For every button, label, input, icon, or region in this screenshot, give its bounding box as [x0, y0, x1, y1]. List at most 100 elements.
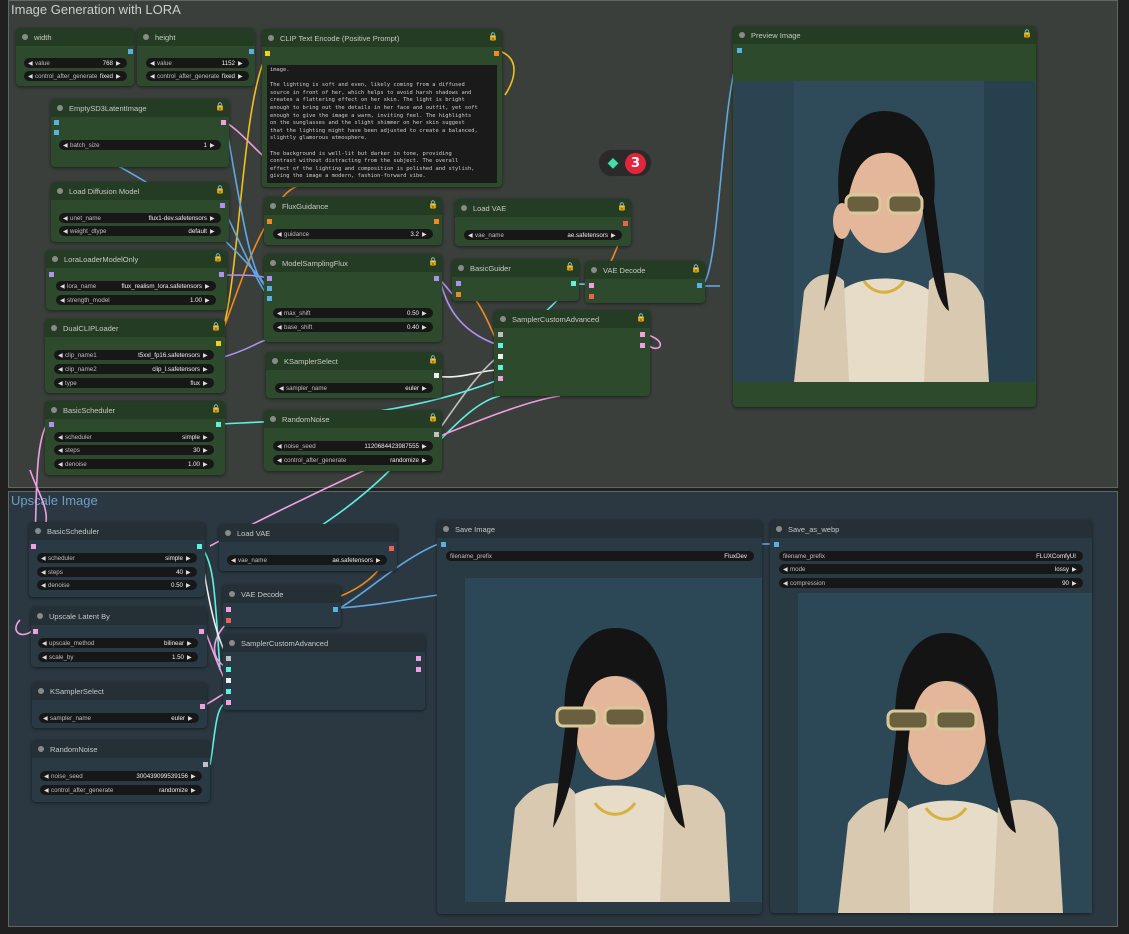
collapse-dot[interactable]	[458, 265, 464, 271]
collapse-dot[interactable]	[143, 34, 149, 40]
input-port[interactable]	[267, 276, 272, 281]
steps-widget[interactable]: ◀ steps 30 ▶	[54, 445, 214, 455]
scale-by-widget[interactable]: ◀ scale_by 1.50 ▶	[38, 652, 198, 662]
lock-icon[interactable]: 🔒	[215, 185, 225, 194]
input-port[interactable]	[226, 656, 231, 661]
lock-icon[interactable]: 🔒	[617, 202, 627, 211]
output-port[interactable]	[199, 629, 204, 634]
height-value-widget[interactable]: ◀ value 1152 ▶	[146, 58, 249, 68]
scheduler-widget[interactable]: ◀ scheduler simple ▶	[37, 553, 197, 563]
node-vae-decode[interactable]: VAE Decode 🔒	[585, 261, 705, 303]
scheduler-widget[interactable]: ◀ scheduler simple ▶	[54, 432, 214, 442]
lock-icon[interactable]: 🔒	[488, 32, 498, 41]
input-port[interactable]	[54, 120, 59, 125]
vae-name-widget[interactable]: ◀ vae_name ae.safetensors ▶	[464, 230, 622, 240]
output-port[interactable]	[416, 667, 421, 672]
output-port[interactable]	[434, 276, 439, 281]
input-port[interactable]	[498, 343, 503, 348]
collapse-dot[interactable]	[35, 528, 41, 534]
input-port[interactable]	[226, 607, 231, 612]
node-upscale-latent-by[interactable]: Upscale Latent By ◀ upscale_method bilinea…	[31, 607, 207, 667]
output-port[interactable]	[389, 546, 394, 551]
input-port[interactable]	[589, 294, 594, 299]
input-port[interactable]	[456, 292, 461, 297]
node-load-vae[interactable]: Load VAE 🔒 ◀ vae_name ae.safetensors ▶	[455, 199, 631, 246]
strength-model-widget[interactable]: ◀ strength_model 1.00 ▶	[56, 295, 216, 305]
collapse-dot[interactable]	[52, 256, 58, 262]
input-port[interactable]	[441, 542, 446, 547]
sampler-name-widget[interactable]: ◀ sampler_name euler ▶	[275, 383, 433, 393]
lock-icon[interactable]: 🔒	[636, 313, 646, 322]
collapse-dot[interactable]	[272, 358, 278, 364]
filename-prefix-widget[interactable]: filename_prefix FluxDev	[446, 551, 754, 561]
webp-image-output[interactable]	[798, 593, 1092, 913]
lock-icon[interactable]: 🔒	[565, 262, 575, 271]
output-port[interactable]	[494, 51, 499, 56]
input-port[interactable]	[54, 130, 59, 135]
noise-seed-widget[interactable]: ◀ noise_seed 1120684423987555 ▶	[273, 441, 433, 451]
collapse-dot[interactable]	[51, 325, 57, 331]
collapse-dot[interactable]	[37, 613, 43, 619]
output-port[interactable]	[416, 656, 421, 661]
lora-name-widget[interactable]: ◀ lora_name flux_realism_lora.safetensors ▶	[56, 281, 216, 291]
input-port[interactable]	[226, 700, 231, 705]
node-ksampler-select[interactable]: KSamplerSelect 🔒 ◀ sampler_name euler ▶	[266, 352, 442, 398]
collapse-dot[interactable]	[270, 260, 276, 266]
node-upscale-ksampler-select[interactable]: KSamplerSelect ◀ sampler_name euler ▶	[32, 682, 207, 728]
output-port[interactable]	[640, 332, 645, 337]
output-port[interactable]	[197, 544, 202, 549]
lock-icon[interactable]: 🔒	[211, 322, 221, 331]
lock-icon[interactable]: 🔒	[215, 102, 225, 111]
node-flux-guidance[interactable]: FluxGuidance 🔒 ◀ guidance 3.2 ▶	[264, 197, 442, 245]
output-port[interactable]	[220, 203, 225, 208]
sampler-name-widget[interactable]: ◀ sampler_name euler ▶	[39, 713, 199, 723]
batch-size-widget[interactable]: ◀ batch_size 1 ▶	[59, 140, 221, 150]
output-port[interactable]	[216, 422, 221, 427]
collapse-dot[interactable]	[225, 530, 231, 536]
noise-control-widget[interactable]: ◀ control_after_generate randomize ▶	[40, 785, 202, 795]
input-port[interactable]	[737, 48, 742, 53]
node-clip-text-encode[interactable]: CLIP Text Encode (Positive Prompt) 🔒 imag…	[262, 29, 502, 187]
node-sampler-custom-advanced[interactable]: SamplerCustomAdvanced 🔒	[494, 310, 650, 396]
noise-control-widget[interactable]: ◀ control_after_generate randomize ▶	[273, 455, 433, 465]
lock-icon[interactable]: 🔒	[211, 404, 221, 413]
max-shift-widget[interactable]: ◀ max_shift 0.50 ▶	[273, 308, 433, 318]
output-port[interactable]	[623, 221, 628, 226]
output-port[interactable]	[203, 762, 208, 767]
input-port[interactable]	[49, 272, 54, 277]
output-port[interactable]	[434, 219, 439, 224]
node-basic-scheduler[interactable]: BasicScheduler 🔒 ◀ scheduler simple ▶ ◀ steps…	[45, 401, 225, 475]
preview-image-output[interactable]	[734, 81, 1035, 382]
input-port[interactable]	[226, 667, 231, 672]
input-port[interactable]	[265, 51, 270, 56]
collapse-dot[interactable]	[22, 34, 28, 40]
input-port[interactable]	[456, 281, 461, 286]
lock-icon[interactable]: 🔒	[428, 355, 438, 364]
lock-icon[interactable]: 🔒	[428, 200, 438, 209]
output-port[interactable]	[221, 120, 226, 125]
input-port[interactable]	[267, 286, 272, 291]
lock-icon[interactable]: 🔒	[1022, 29, 1032, 38]
lock-icon[interactable]: 🔒	[213, 253, 223, 262]
node-height[interactable]: height ◀ value 1152 ▶ ◀ control_after_genera…	[137, 28, 255, 86]
collapse-dot[interactable]	[591, 267, 597, 273]
weight-dtype-widget[interactable]: ◀ weight_dtype default ▶	[59, 226, 221, 236]
node-width[interactable]: width ◀ value 768 ▶ ◀ control_after_generate…	[16, 28, 134, 86]
filename-prefix-widget[interactable]: filename_prefix FLUXComfyUI	[779, 551, 1083, 561]
output-port[interactable]	[434, 373, 439, 378]
node-dual-clip-loader[interactable]: DualCLIPLoader 🔒 ◀ clip_name1 t5xxl_fp16.sa…	[45, 319, 225, 393]
denoise-widget[interactable]: ◀ denoise 1.00 ▶	[54, 459, 214, 469]
collapse-dot[interactable]	[461, 205, 467, 211]
output-port[interactable]	[434, 432, 439, 437]
collapse-dot[interactable]	[776, 526, 782, 532]
collapse-dot[interactable]	[739, 32, 745, 38]
collapse-dot[interactable]	[500, 316, 506, 322]
input-port[interactable]	[267, 219, 272, 224]
input-port[interactable]	[498, 365, 503, 370]
output-port[interactable]	[333, 607, 338, 612]
input-port[interactable]	[498, 354, 503, 359]
node-upscale-vae-decode[interactable]: VAE Decode	[223, 585, 341, 627]
input-port[interactable]	[33, 629, 38, 634]
node-upscale-load-vae[interactable]: Load VAE ◀ vae_name ae.safetensors ▶	[219, 524, 397, 571]
node-empty-sd3-latent-image[interactable]: EmptySD3LatentImage 🔒 ◀ batch_size 1 ▶	[51, 99, 229, 167]
